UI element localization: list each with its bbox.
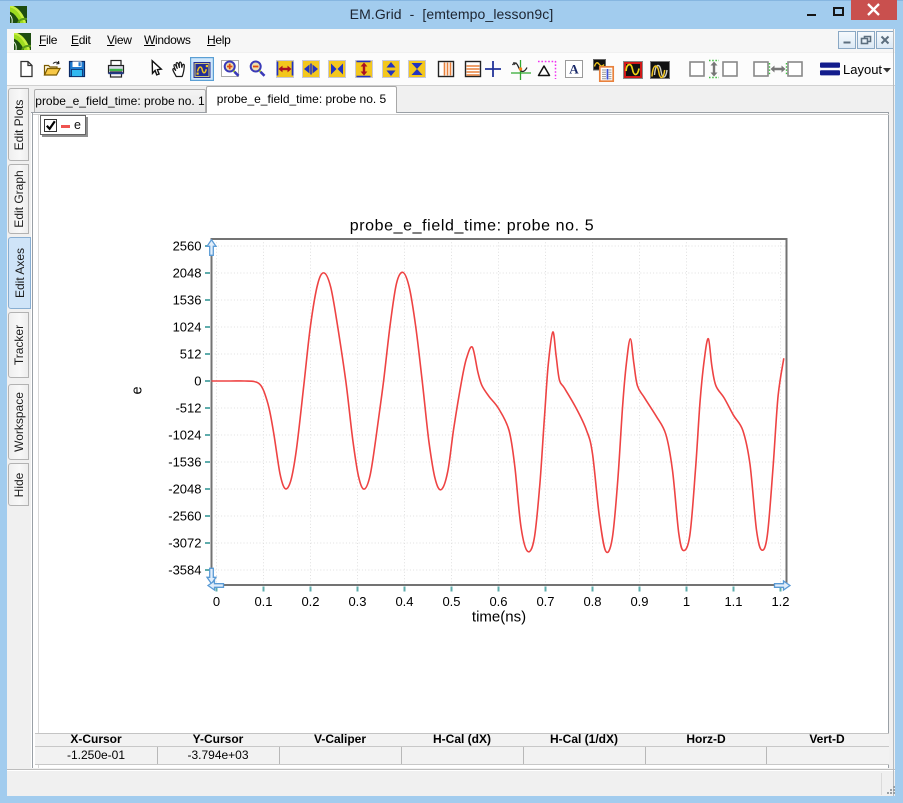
- svg-text:2560: 2560: [173, 239, 202, 254]
- svg-text:0.5: 0.5: [442, 594, 460, 609]
- svg-text:A: A: [569, 62, 579, 77]
- svg-text:time(ns): time(ns): [472, 609, 526, 626]
- svg-text:2048: 2048: [173, 266, 202, 281]
- svg-text:-1024: -1024: [168, 428, 201, 443]
- svg-text:0.3: 0.3: [348, 594, 366, 609]
- svg-text:0.4: 0.4: [395, 594, 413, 609]
- svg-text:0.7: 0.7: [536, 594, 554, 609]
- svg-text:-512: -512: [175, 401, 201, 416]
- svg-text:-1536: -1536: [168, 455, 201, 470]
- svg-text:1.2: 1.2: [771, 594, 789, 609]
- svg-text:-3072: -3072: [168, 536, 201, 551]
- svg-text:e: e: [130, 386, 146, 394]
- svg-text:probe_e_field_time: probe no.: probe_e_field_time: probe no. 5: [350, 218, 595, 235]
- svg-text:-3584: -3584: [168, 563, 201, 578]
- svg-text:1536: 1536: [173, 293, 202, 308]
- svg-text:0.9: 0.9: [630, 594, 648, 609]
- svg-text:0.2: 0.2: [301, 594, 319, 609]
- svg-text:1: 1: [683, 594, 690, 609]
- svg-text:0.6: 0.6: [489, 594, 507, 609]
- svg-text:0: 0: [194, 374, 201, 389]
- svg-text:-2048: -2048: [168, 482, 201, 497]
- svg-text:0: 0: [213, 594, 220, 609]
- svg-text:1.1: 1.1: [724, 594, 742, 609]
- svg-text:1024: 1024: [173, 320, 202, 335]
- svg-text:-2560: -2560: [168, 509, 201, 524]
- svg-text:512: 512: [180, 347, 202, 362]
- svg-text:0.8: 0.8: [583, 594, 601, 609]
- svg-text:0.1: 0.1: [254, 594, 272, 609]
